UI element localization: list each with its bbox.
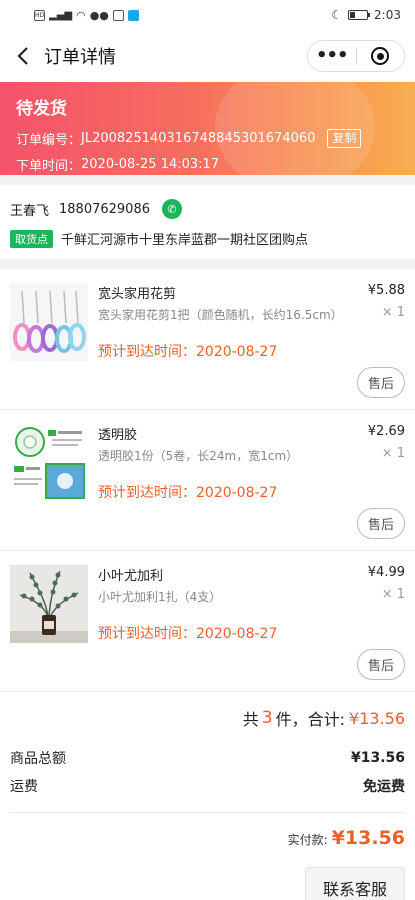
order-item[interactable]: 小叶尤加利 小叶尤加利1扎（4支） ¥4.99 × 1 预计到达时间：2020-…: [0, 551, 415, 692]
contact-row: 王春飞 18807629086 ✆: [10, 199, 405, 219]
hd-icon: HD: [34, 9, 45, 21]
shipping-row: 运费 免运费: [10, 772, 405, 800]
item-name: 透明胶: [98, 428, 138, 443]
close-mini-program-button[interactable]: [357, 47, 405, 65]
count-prefix: 共: [242, 710, 259, 729]
item-quantity: × 1: [381, 305, 405, 320]
goods-total-label: 商品总额: [10, 751, 66, 767]
status-time: 2:03: [374, 8, 401, 22]
item-price: ¥4.99: [367, 565, 405, 580]
item-quantity: × 1: [381, 446, 405, 461]
shipping-value: 免运费: [363, 779, 405, 795]
item-name: 小叶尤加利: [98, 569, 164, 584]
item-eta: 预计到达时间：2020-08-27: [98, 344, 278, 360]
order-time-row: 下单时间： 2020-08-25 14:03:17: [16, 155, 399, 174]
item-quantity: × 1: [381, 587, 405, 602]
back-icon[interactable]: [10, 43, 36, 69]
goods-total-value: ¥13.56: [350, 750, 405, 766]
order-number: JL20082514031674884530167406​0: [81, 131, 316, 146]
product-thumbnail-eucalyptus: [10, 565, 88, 643]
page-title: 订单详情: [44, 47, 116, 68]
item-spec: 宽头家用花剪1把（颜色随机，长约16.5cm）: [98, 308, 343, 322]
total-line: 共 3 件，合计: ¥13.56: [10, 692, 405, 744]
item-price: ¥2.69: [367, 424, 405, 439]
mini-program-capsule: •••: [307, 40, 405, 72]
battery-icon: [348, 10, 371, 20]
after-sale-button[interactable]: 售后: [357, 367, 405, 398]
order-summary: 共 3 件，合计: ¥13.56 商品总额 ¥13.56 运费 免运费 实付款:…: [0, 692, 415, 900]
paid-label: 实付款:: [287, 833, 328, 847]
pickup-row: 取货点 千鲜汇河源市十里东岸蓝郡一期社区团购点: [10, 229, 405, 248]
phone-icon[interactable]: ✆: [162, 199, 182, 219]
contact-service-button[interactable]: 联系客服: [305, 867, 405, 900]
order-items-list: 宽头家用花剪 宽头家用花剪1把（颜色随机，长约16.5cm） ¥5.88 × 1…: [0, 269, 415, 692]
after-sale-button[interactable]: 售后: [357, 508, 405, 539]
status-bar-left-icons: HD ▂▄▆ ◠ ●●: [34, 9, 139, 22]
order-item[interactable]: 透明胶 透明胶1份（5卷，长24m，宽1cm） ¥2.69 × 1 预计到达时间…: [0, 410, 415, 551]
count-suffix: 件，合计:: [275, 710, 346, 729]
order-total: ¥13.56: [349, 708, 405, 728]
shipping-label: 运费: [10, 779, 38, 795]
app-icon: [112, 9, 124, 21]
order-status: 待发货: [16, 99, 67, 119]
order-number-row: 订单编号： JL20082514031674884530167406​0 复制: [16, 129, 399, 148]
nav-bar: 订单详情 •••: [0, 30, 415, 82]
app-blue-icon: [127, 9, 139, 21]
item-eta: 预计到达时间：2020-08-27: [98, 485, 278, 501]
order-number-label: 订单编号：: [16, 133, 82, 148]
signal-icon: ▂▄▆: [49, 9, 73, 21]
pickup-address-card: 王春飞 18807629086 ✆ 取货点 千鲜汇河源市十里东岸蓝郡一期社区团购…: [0, 185, 415, 259]
more-menu-button[interactable]: •••: [308, 47, 356, 65]
contact-phone: 18807629086: [59, 201, 150, 217]
wechat-icon: ●●: [89, 8, 109, 22]
item-spec: 小叶尤加利1扎（4支）: [98, 590, 222, 604]
pickup-badge: 取货点: [10, 229, 53, 248]
item-spec: 透明胶1份（5卷，长24m，宽1cm）: [98, 449, 299, 463]
copy-button[interactable]: 复制: [327, 129, 362, 148]
paid-line: 实付款: ¥13.56: [10, 813, 405, 867]
status-bar: HD ▂▄▆ ◠ ●● ☾ 2:03: [0, 0, 415, 30]
target-icon: [371, 47, 390, 65]
order-time: 2020-08-25 14:03:17: [81, 157, 220, 172]
item-count: 3: [261, 708, 273, 728]
after-sale-button[interactable]: 售后: [357, 649, 405, 680]
item-name: 宽头家用花剪: [98, 287, 177, 302]
item-price: ¥5.88: [367, 283, 405, 298]
service-row: 联系客服: [10, 867, 405, 900]
order-status-banner: 待发货 订单编号： JL20082514031674884530167406​0…: [0, 82, 415, 175]
wifi-icon: ◠: [76, 8, 86, 22]
status-bar-right: ☾ 2:03: [331, 8, 401, 22]
moon-icon: ☾: [331, 8, 343, 22]
product-thumbnail-scissors: [10, 283, 88, 361]
contact-name: 王春飞: [10, 203, 50, 219]
item-eta: 预计到达时间：2020-08-27: [98, 626, 278, 642]
pickup-address: 千鲜汇河源市十里东岸蓝郡一期社区团购点: [61, 233, 309, 248]
paid-amount: ¥13.56: [331, 827, 405, 849]
order-time-label: 下单时间：: [16, 159, 82, 174]
order-item[interactable]: 宽头家用花剪 宽头家用花剪1把（颜色随机，长约16.5cm） ¥5.88 × 1…: [0, 269, 415, 410]
goods-total-row: 商品总额 ¥13.56: [10, 744, 405, 772]
product-thumbnail-tape: [10, 424, 88, 502]
